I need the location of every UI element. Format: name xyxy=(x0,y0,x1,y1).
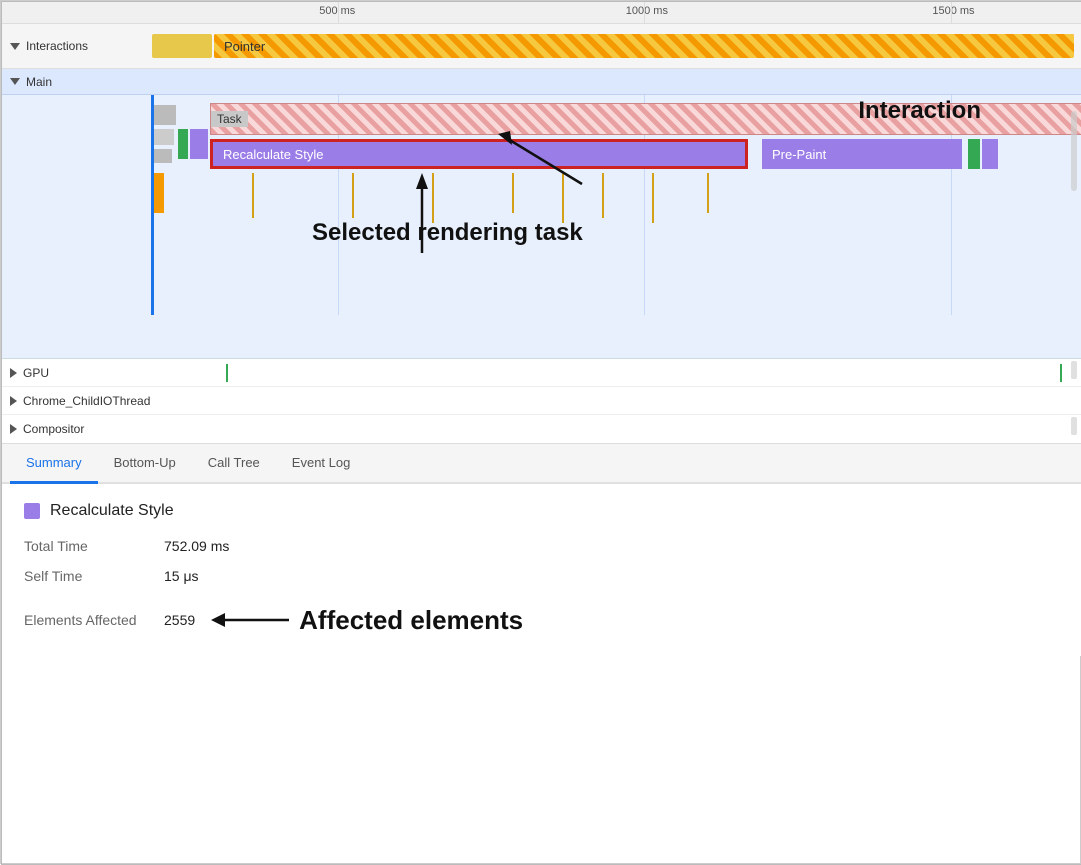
small-gray-block-2 xyxy=(154,129,174,145)
main-header: Main xyxy=(2,69,1081,95)
summary-panel: Recalculate Style Total Time 752.09 ms S… xyxy=(2,484,1081,656)
self-time-row: Self Time 15 μs xyxy=(24,568,1059,584)
compositor-scrollbar xyxy=(1071,417,1077,435)
tick-1 xyxy=(252,173,254,218)
self-time-value: 15 μs xyxy=(164,568,199,584)
interaction-label: Interaction xyxy=(858,97,981,125)
gpu-scrollbar xyxy=(1071,361,1077,379)
blue-border-line xyxy=(151,95,154,315)
selected-task-arrow xyxy=(392,173,452,253)
interactions-section: 500 ms 1000 ms 1500 ms Interactions Poin… xyxy=(2,2,1081,69)
total-time-row: Total Time 752.09 ms xyxy=(24,538,1059,554)
affected-elements-annotation: Affected elements xyxy=(299,605,523,636)
interactions-label-area: Interactions xyxy=(2,39,152,53)
scrollbar[interactable] xyxy=(1071,111,1077,191)
elements-affected-value: 2559 xyxy=(164,612,195,628)
small-gray-block-1 xyxy=(154,105,176,125)
compositor-label: Compositor xyxy=(23,422,84,436)
threads-container: GPU Chrome_ChildIOThread Compositor xyxy=(2,359,1081,444)
interactions-track-content: Pointer xyxy=(152,30,1081,62)
small-purple-block-left xyxy=(190,129,208,159)
recalc-label: Recalculate Style xyxy=(223,147,323,162)
tab-event-log[interactable]: Event Log xyxy=(276,444,367,484)
gpu-row: GPU xyxy=(2,359,1081,387)
ruler-row: 500 ms 1000 ms 1500 ms xyxy=(2,2,1081,24)
tick-2 xyxy=(352,173,354,218)
gpu-label: GPU xyxy=(23,366,49,380)
triangle-down-icon xyxy=(10,43,20,50)
purple-color-swatch xyxy=(24,503,40,519)
tabs-bar: Summary Bottom-Up Call Tree Event Log xyxy=(2,444,1081,484)
gpu-green-tick-2 xyxy=(1060,364,1062,382)
interaction-arrow xyxy=(492,99,862,199)
elements-affected-label: Elements Affected xyxy=(24,612,164,628)
elements-affected-row: Elements Affected 2559 Affected elements xyxy=(24,602,1059,638)
total-time-value: 752.09 ms xyxy=(164,538,229,554)
interactions-track-row: Interactions Pointer xyxy=(2,24,1081,68)
summary-title-row: Recalculate Style xyxy=(24,502,1059,520)
tab-bottom-up[interactable]: Bottom-Up xyxy=(98,444,192,484)
pointer-orange-bar: Pointer xyxy=(214,34,1074,58)
small-green-right xyxy=(968,139,980,169)
pointer-yellow-block xyxy=(152,34,212,58)
gpu-track xyxy=(152,359,1081,386)
small-orange-1 xyxy=(154,173,164,213)
gpu-label-area: GPU xyxy=(2,366,152,380)
gpu-triangle-icon[interactable] xyxy=(10,368,17,378)
pointer-label: Pointer xyxy=(224,39,265,54)
task-gray-label: Task xyxy=(211,111,248,127)
compositor-row: Compositor xyxy=(2,415,1081,443)
tab-summary[interactable]: Summary xyxy=(10,444,98,484)
chrome-childio-track xyxy=(152,387,1081,414)
ruler-mark-1500: 1500 ms xyxy=(932,5,974,17)
interactions-label: Interactions xyxy=(26,39,88,53)
gpu-green-tick-1 xyxy=(226,364,228,382)
tab-call-tree[interactable]: Call Tree xyxy=(192,444,276,484)
chrome-childio-row: Chrome_ChildIOThread xyxy=(2,387,1081,415)
ruler-mark-1000: 1000 ms xyxy=(626,5,668,17)
chrome-childio-label-area: Chrome_ChildIOThread xyxy=(2,394,152,408)
small-green-block xyxy=(178,129,188,159)
summary-title: Recalculate Style xyxy=(50,502,174,520)
small-gray-block-3 xyxy=(154,149,172,163)
compositor-triangle-icon[interactable] xyxy=(10,424,17,434)
main-section: Main Task xyxy=(2,69,1081,359)
total-time-label: Total Time xyxy=(24,538,164,554)
main-label: Main xyxy=(26,75,52,89)
chrome-childio-triangle-icon[interactable] xyxy=(10,396,17,406)
compositor-track xyxy=(152,415,1081,443)
self-time-label: Self Time xyxy=(24,568,164,584)
small-purple-right xyxy=(982,139,998,169)
affected-elements-arrow xyxy=(211,602,291,638)
chrome-childio-label: Chrome_ChildIOThread xyxy=(23,394,150,408)
compositor-label-area: Compositor xyxy=(2,422,152,436)
app-container: 500 ms 1000 ms 1500 ms Interactions Poin… xyxy=(1,1,1081,865)
main-triangle-icon xyxy=(10,78,20,85)
